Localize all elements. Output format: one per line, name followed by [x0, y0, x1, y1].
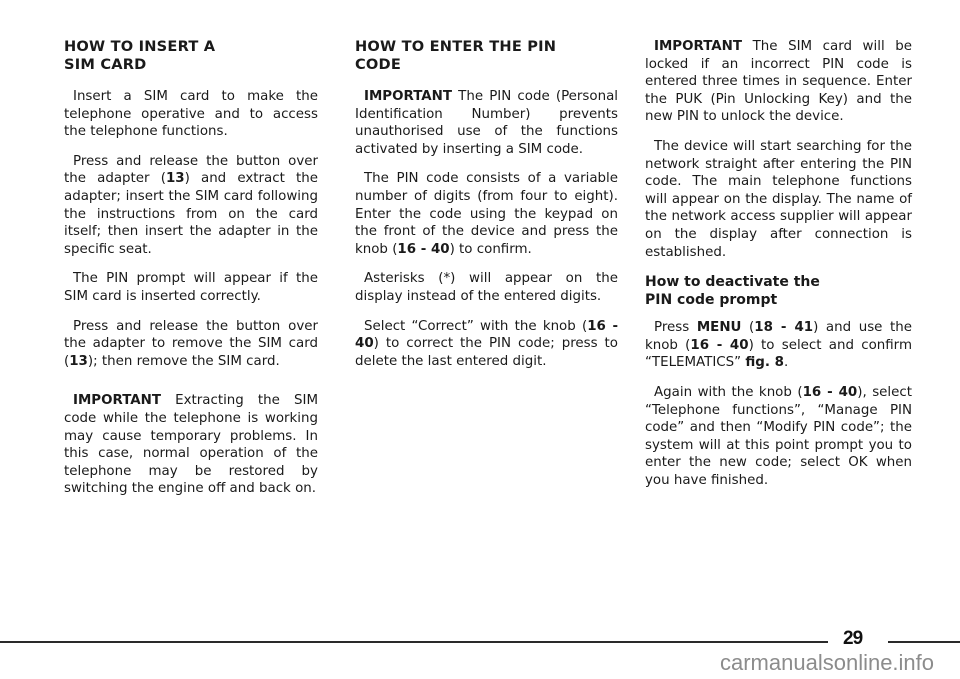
subheading-deactivate-pin: How to deactivate the PIN code prompt	[645, 274, 820, 309]
paragraph: The PIN code consists of a variable numb…	[355, 171, 618, 257]
paragraph: Press and release the button over the ad…	[64, 153, 318, 257]
column-insert-sim: HOW TO INSERT A SIM CARD Insert a SIM ca…	[64, 38, 318, 510]
watermark: carmanualsonline.info	[720, 650, 935, 675]
footer-rule-left	[0, 641, 828, 643]
important-label: IMPORTANT	[654, 39, 743, 54]
figure-reference: fig. 8	[745, 355, 784, 371]
reference-number: 16 - 40	[397, 241, 450, 257]
important-note: IMPORTANT The PIN code (Personal Identif…	[355, 89, 618, 157]
paragraph: Press MENU (18 - 41) and use the knob (1…	[645, 320, 912, 371]
paragraph: Press and release the button over the ad…	[64, 318, 318, 369]
paragraph: The PIN prompt will appear if the SIM ca…	[64, 271, 318, 304]
heading-enter-pin: HOW TO ENTER THE PIN CODE	[355, 38, 557, 73]
reference-number: 13	[165, 171, 185, 187]
reference-number: 18 - 41	[754, 320, 814, 336]
reference-number: 16 - 40	[690, 337, 749, 353]
heading-insert-sim: HOW TO INSERT A SIM CARD	[64, 38, 216, 73]
paragraph: Insert a SIM card to make the telephone …	[64, 89, 318, 140]
paragraph: The device will start searching for the …	[645, 138, 912, 260]
page-number: 29	[843, 628, 863, 649]
column-enter-pin: HOW TO ENTER THE PIN CODE IMPORTANT The …	[355, 38, 618, 382]
menu-label: MENU	[696, 320, 742, 336]
important-note: IMPORTANT The SIM card will be locked if…	[645, 39, 912, 125]
reference-number: 13	[69, 353, 88, 369]
important-label: IMPORTANT	[364, 89, 453, 104]
paragraph: Asterisks (*) will appear on the display…	[355, 271, 618, 304]
important-note: IMPORTANT Extracting the SIM code while …	[64, 393, 318, 497]
paragraph: Select “Correct” with the knob (16 - 40)…	[355, 318, 618, 369]
paragraph: Again with the knob (16 - 40), select “T…	[645, 384, 912, 488]
footer-rule-right	[888, 641, 960, 643]
reference-number: 16 - 40	[802, 384, 858, 400]
column-pin-details: IMPORTANT The SIM card will be locked if…	[645, 38, 912, 501]
important-label: IMPORTANT	[73, 393, 162, 409]
